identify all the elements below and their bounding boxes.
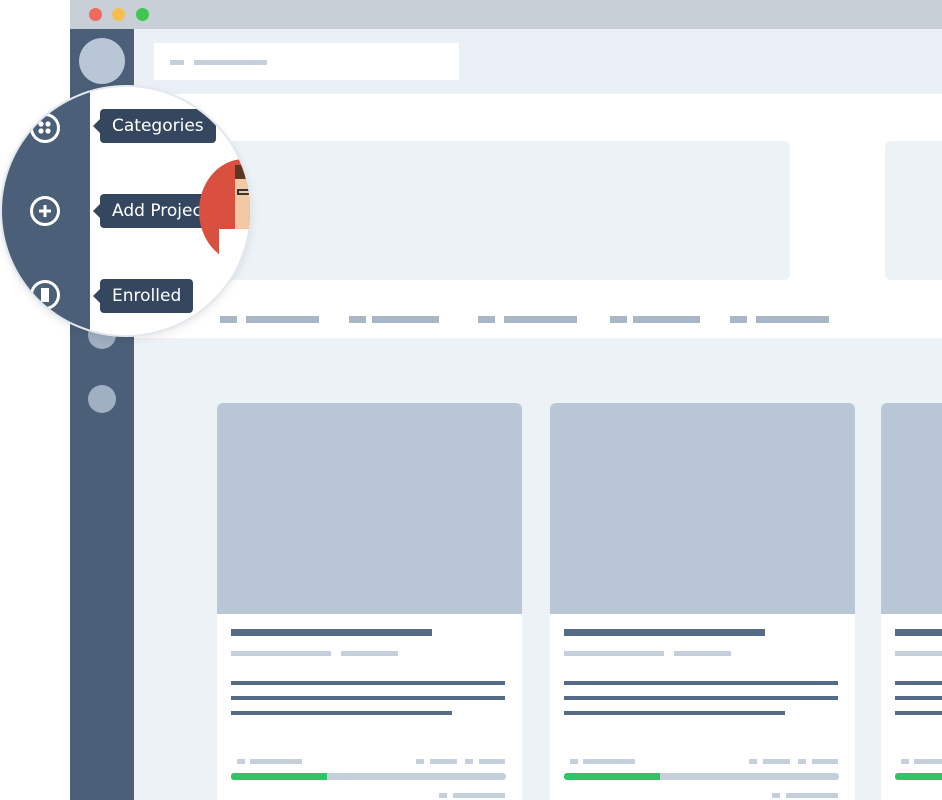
- course-description-line: [564, 681, 838, 685]
- lessons-icon: [901, 759, 909, 764]
- sidebar-magnifier: Categories Add Project Enrolled: [2, 87, 250, 335]
- students-count: [812, 759, 838, 764]
- duration-icon: [749, 759, 757, 764]
- plus-circle-icon[interactable]: [30, 196, 60, 226]
- course-title: [564, 629, 765, 636]
- course-progress-bar: [231, 773, 506, 780]
- duration-value: [430, 759, 457, 764]
- course-card[interactable]: [217, 403, 522, 800]
- tooltip-enrolled: Enrolled: [92, 279, 194, 313]
- course-description-line: [895, 711, 942, 715]
- categories-icon[interactable]: [30, 113, 60, 143]
- tooltip-label: Add Project: [112, 201, 209, 221]
- students-icon: [465, 759, 473, 764]
- course-thumbnail: [550, 403, 855, 614]
- duration-icon: [416, 759, 424, 764]
- close-window-button[interactable]: [89, 8, 102, 21]
- status-text: [786, 793, 838, 798]
- course-author: [231, 651, 331, 656]
- course-progress-fill: [564, 773, 661, 780]
- minimize-window-button[interactable]: [112, 8, 125, 21]
- course-description-line: [231, 681, 505, 685]
- course-card[interactable]: [881, 403, 942, 800]
- course-author: [564, 651, 664, 656]
- title-bar: [70, 0, 942, 29]
- maximize-window-button[interactable]: [136, 8, 149, 21]
- course-thumbnail: [217, 403, 522, 614]
- status-icon: [772, 793, 780, 798]
- students-count: [479, 759, 505, 764]
- course-description-line: [231, 711, 452, 715]
- tooltip-label: Enrolled: [112, 286, 182, 306]
- lessons-icon: [237, 759, 245, 764]
- lessons-count: [583, 759, 635, 764]
- lessons-count: [250, 759, 302, 764]
- tooltip-categories: Categories: [93, 109, 216, 143]
- course-meta: [674, 651, 731, 656]
- course-author: [895, 651, 942, 656]
- tooltip-label: Categories: [112, 116, 204, 136]
- course-title: [231, 629, 432, 636]
- course-meta: [341, 651, 398, 656]
- course-progress-bar: [895, 773, 942, 780]
- students-icon: [798, 759, 806, 764]
- bookmark-icon[interactable]: [30, 280, 60, 310]
- duration-value: [763, 759, 790, 764]
- course-description-line: [231, 696, 505, 700]
- course-card[interactable]: [550, 403, 855, 800]
- course-description-line: [895, 696, 942, 700]
- course-description-line: [895, 681, 942, 685]
- course-thumbnail: [881, 403, 942, 614]
- lessons-icon: [570, 759, 578, 764]
- course-progress-bar: [564, 773, 839, 780]
- course-description-line: [564, 696, 838, 700]
- status-icon: [439, 793, 447, 798]
- hero-illustration: [199, 159, 250, 269]
- lessons-count: [914, 759, 942, 764]
- course-progress-fill: [231, 773, 328, 780]
- course-description-line: [564, 711, 785, 715]
- status-text: [453, 793, 505, 798]
- course-progress-fill: [895, 773, 942, 780]
- course-title: [895, 629, 942, 636]
